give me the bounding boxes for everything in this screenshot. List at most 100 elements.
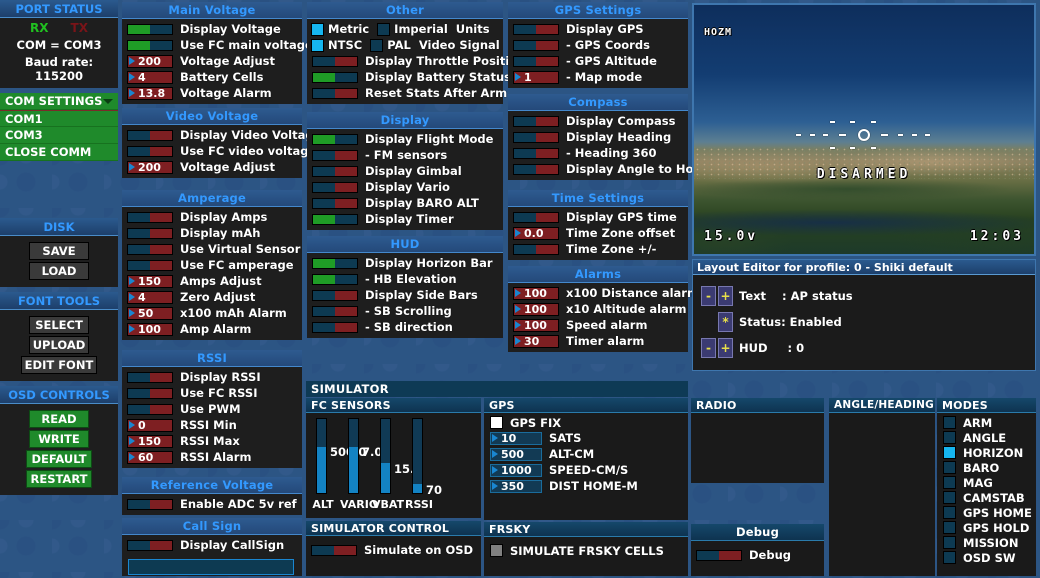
spinner-arrow-icon[interactable] — [492, 450, 498, 458]
toggle-display-baro-alt[interactable] — [312, 197, 358, 209]
spinner-rssi-max[interactable]: 150 — [127, 434, 173, 448]
spinner-amp-alarm[interactable]: 100 — [127, 322, 173, 336]
com-menu-item-close-comm[interactable]: CLOSE COMM — [0, 144, 118, 161]
spinner-arrow-icon[interactable] — [129, 309, 135, 317]
spinner-voltage-adjust[interactable]: 200 — [127, 54, 173, 68]
mode-checkbox-horizon[interactable] — [943, 446, 956, 459]
spinner-arrow-icon[interactable] — [492, 482, 498, 490]
toggle-display-angle-to-home[interactable] — [513, 163, 559, 175]
spinner-arrow-icon[interactable] — [515, 337, 521, 345]
toggle-display-horizon-bar[interactable] — [312, 257, 358, 269]
mode-checkbox-gps-home[interactable] — [943, 506, 956, 519]
toggle-display-battery-status[interactable] — [312, 71, 358, 83]
write-button[interactable]: WRITE — [29, 430, 89, 448]
save-button[interactable]: SAVE — [29, 242, 89, 260]
toggle-gps-altitude[interactable] — [513, 55, 559, 67]
hud-decrement-button[interactable]: - — [701, 338, 716, 358]
spinner-timer-alarm[interactable]: 30 — [513, 334, 559, 348]
spinner-arrow-icon[interactable] — [515, 305, 521, 313]
toggle-use-fc-rssi[interactable] — [127, 387, 173, 399]
com-settings-dropdown[interactable]: COM SETTINGS — [0, 93, 118, 110]
slider-rssi[interactable] — [412, 418, 423, 494]
default-button[interactable]: DEFAULT — [26, 450, 92, 468]
spinner-arrow-icon[interactable] — [129, 277, 135, 285]
pal-checkbox[interactable] — [370, 38, 384, 52]
gps-spinner-speed-cm-s[interactable]: 1000 — [490, 463, 542, 477]
ntsc-checkbox[interactable] — [311, 38, 324, 52]
simulate-frsky-cells-checkbox[interactable] — [490, 544, 503, 557]
toggle-reset-stats-after-arm[interactable] — [312, 87, 358, 99]
toggle-display-gimbal[interactable] — [312, 165, 358, 177]
toggle-use-pwm[interactable] — [127, 403, 173, 415]
toggle-display-flight-mode[interactable] — [312, 133, 358, 145]
toggle-display-timer[interactable] — [312, 213, 358, 225]
mode-checkbox-arm[interactable] — [943, 416, 956, 429]
toggle-time-zone[interactable] — [513, 243, 559, 255]
gps-spinner-sats[interactable]: 10 — [490, 431, 542, 445]
spinner-arrow-icon[interactable] — [129, 437, 135, 445]
spinner-x100-distance-alarm[interactable]: 100 — [513, 286, 559, 300]
status-toggle-button[interactable]: * — [718, 312, 733, 332]
spinner-voltage-adjust[interactable]: 200 — [127, 160, 173, 174]
spinner-arrow-icon[interactable] — [492, 466, 498, 474]
toggle-display-voltage[interactable] — [127, 23, 173, 35]
text-decrement-button[interactable]: - — [701, 286, 716, 306]
toggle-display-compass[interactable] — [513, 115, 559, 127]
slider-alt[interactable] — [316, 418, 327, 494]
toggle-display-gps[interactable] — [513, 23, 559, 35]
mode-checkbox-baro[interactable] — [943, 461, 956, 474]
spinner-map-mode[interactable]: 1 — [513, 70, 559, 84]
mode-checkbox-mag[interactable] — [943, 476, 956, 489]
toggle-display-vario[interactable] — [312, 181, 358, 193]
spinner-rssi-min[interactable]: 0 — [127, 418, 173, 432]
text-increment-button[interactable]: + — [718, 286, 733, 306]
toggle-simulate-on-osd[interactable] — [311, 544, 357, 556]
hud-increment-button[interactable]: + — [718, 338, 733, 358]
spinner-arrow-icon[interactable] — [129, 293, 135, 301]
spinner-arrow-icon[interactable] — [492, 434, 498, 442]
spinner-rssi-alarm[interactable]: 60 — [127, 450, 173, 464]
toggle-debug[interactable] — [696, 549, 742, 561]
spinner-zero-adjust[interactable]: 4 — [127, 290, 173, 304]
metric-checkbox[interactable] — [311, 22, 324, 36]
toggle-display-video-voltage[interactable] — [127, 129, 173, 141]
mode-checkbox-mission[interactable] — [943, 536, 956, 549]
toggle-display-mah[interactable] — [127, 227, 173, 239]
spinner-time-zone-offset[interactable]: 0.0 — [513, 226, 559, 240]
toggle-sb-scrolling[interactable] — [312, 305, 358, 317]
spinner-x10-altitude-alarm[interactable]: 100 — [513, 302, 559, 316]
spinner-x100-mah-alarm[interactable]: 50 — [127, 306, 173, 320]
toggle-sb-direction[interactable] — [312, 321, 358, 333]
imperial-checkbox[interactable] — [377, 22, 391, 36]
toggle-display-gps-time[interactable] — [513, 211, 559, 223]
spinner-voltage-alarm[interactable]: 13.8 — [127, 86, 173, 100]
spinner-arrow-icon[interactable] — [515, 73, 521, 81]
toggle-display-callsign[interactable] — [127, 539, 173, 551]
toggle-use-fc-amperage[interactable] — [127, 259, 173, 271]
spinner-arrow-icon[interactable] — [515, 289, 521, 297]
toggle-heading-360[interactable] — [513, 147, 559, 159]
gps-fix-checkbox[interactable] — [490, 416, 503, 429]
toggle-enable-adc-5v-ref[interactable] — [127, 498, 173, 510]
toggle-use-fc-main-voltage[interactable] — [127, 39, 173, 51]
spinner-arrow-icon[interactable] — [515, 321, 521, 329]
osd-video-preview[interactable]: HOZM DISARMED 15.0v 12:03 — [692, 3, 1036, 256]
gps-spinner-alt-cm[interactable]: 500 — [490, 447, 542, 461]
toggle-hb-elevation[interactable] — [312, 273, 358, 285]
spinner-amps-adjust[interactable]: 150 — [127, 274, 173, 288]
spinner-battery-cells[interactable]: 4 — [127, 70, 173, 84]
toggle-use-fc-video-voltage[interactable] — [127, 145, 173, 157]
restart-button[interactable]: RESTART — [26, 470, 92, 488]
toggle-display-amps[interactable] — [127, 211, 173, 223]
toggle-display-rssi[interactable] — [127, 371, 173, 383]
toggle-display-side-bars[interactable] — [312, 289, 358, 301]
spinner-arrow-icon[interactable] — [129, 163, 135, 171]
callsign-input[interactable] — [128, 559, 294, 575]
spinner-arrow-icon[interactable] — [129, 57, 135, 65]
spinner-arrow-icon[interactable] — [129, 73, 135, 81]
spinner-arrow-icon[interactable] — [129, 421, 135, 429]
edit-font-button[interactable]: EDIT FONT — [21, 356, 97, 374]
com-menu-item-com3[interactable]: COM3 — [0, 127, 118, 144]
spinner-arrow-icon[interactable] — [129, 325, 135, 333]
gps-spinner-dist-home-m[interactable]: 350 — [490, 479, 542, 493]
